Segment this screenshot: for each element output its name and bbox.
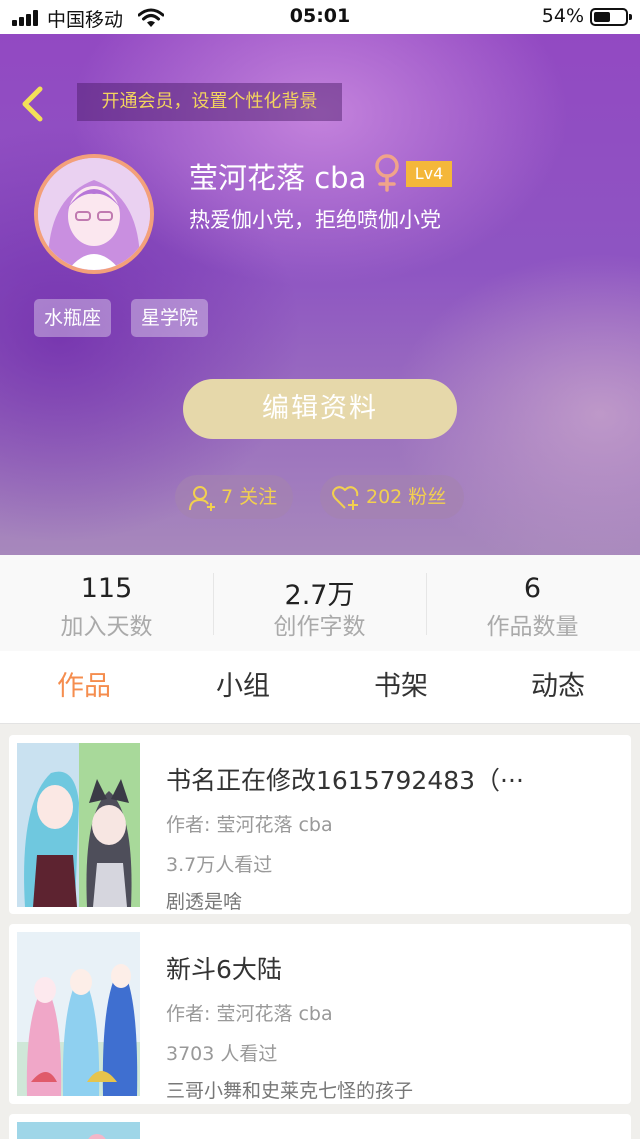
heart-plus-icon (332, 486, 359, 510)
stat-word-count: 2.7万 创作字数 (213, 555, 426, 651)
work-title: 书名正在修改1615792483（··· (166, 766, 524, 795)
work-title: 新斗6大陆 (166, 955, 282, 984)
stat-value: 6 (523, 573, 542, 604)
stat-value: 115 (80, 573, 133, 604)
tag-academy: 星学院 (131, 299, 209, 337)
female-icon (375, 154, 399, 192)
stats-bar: 115 加入天数 2.7万 创作字数 6 作品数量 (0, 555, 640, 651)
following-count: 7 关注 (221, 486, 278, 508)
book-cover (17, 932, 140, 1096)
tab-works[interactable]: 作品 (57, 651, 111, 724)
edit-profile-button[interactable]: 编辑资料 (183, 379, 457, 439)
battery-icon (590, 8, 632, 26)
work-views: 3703 人看过 (166, 1043, 278, 1065)
vip-background-banner[interactable]: 开通会员，设置个性化背景 (77, 83, 342, 121)
add-user-icon (189, 486, 215, 511)
profile-header: 开通会员，设置个性化背景 莹河花落 cba Lv4 热爱伽小党，拒绝喷伽小党 水… (0, 34, 640, 555)
stat-work-count: 6 作品数量 (426, 555, 639, 651)
status-bar: 中国移动 05:01 54% (0, 0, 640, 34)
work-views: 3.7万人看过 (166, 854, 273, 876)
fans-button[interactable]: 202 粉丝 (320, 475, 464, 519)
stat-label: 创作字数 (273, 614, 366, 640)
tab-groups[interactable]: 小组 (216, 651, 270, 724)
stat-label: 加入天数 (60, 614, 153, 640)
work-description: 三哥小舞和史莱克七怪的孩子 (166, 1080, 414, 1102)
stat-label: 作品数量 (486, 614, 579, 640)
work-description: 剧透是啥 (166, 891, 243, 913)
book-cover (17, 743, 140, 907)
battery-percent: 54% (541, 5, 584, 27)
tab-activity[interactable]: 动态 (531, 651, 585, 724)
level-badge: Lv4 (406, 161, 452, 187)
avatar-image (38, 158, 150, 270)
user-name: 莹河花落 cba (189, 161, 367, 195)
book-cover (17, 1122, 140, 1139)
avatar[interactable] (34, 154, 154, 274)
tag-zodiac: 水瓶座 (34, 299, 112, 337)
user-bio: 热爱伽小党，拒绝喷伽小党 (189, 208, 441, 232)
list-item[interactable]: 新斗6大陆 作者: 莹河花落 cba 3703 人看过 三哥小舞和史莱克七怪的孩… (9, 924, 631, 1104)
work-author: 作者: 莹河花落 cba (166, 1003, 333, 1025)
back-chevron-icon[interactable] (18, 86, 48, 122)
fans-count: 202 粉丝 (366, 486, 447, 508)
stat-join-days: 115 加入天数 (0, 555, 213, 651)
list-item[interactable]: 书名正在修改1615792483（··· 作者: 莹河花落 cba 3.7万人看… (9, 735, 631, 914)
following-button[interactable]: 7 关注 (175, 475, 293, 519)
list-item[interactable] (9, 1114, 631, 1139)
tab-bookshelf[interactable]: 书架 (374, 651, 428, 724)
battery-level (594, 12, 611, 22)
work-author: 作者: 莹河花落 cba (166, 814, 333, 836)
tab-bar: 作品 小组 书架 动态 (0, 651, 640, 724)
